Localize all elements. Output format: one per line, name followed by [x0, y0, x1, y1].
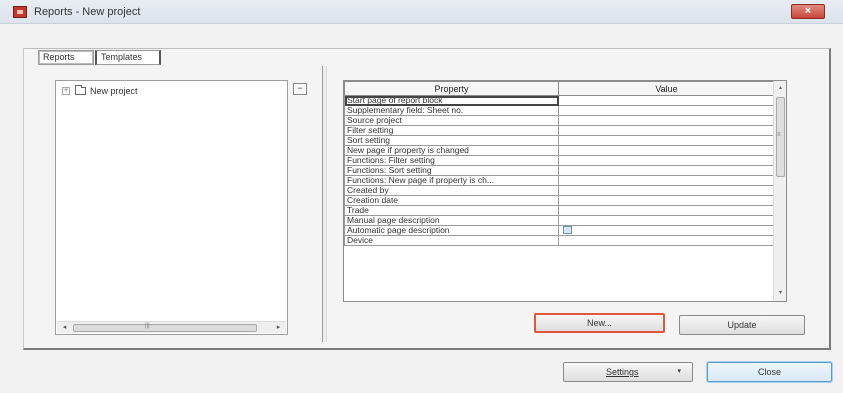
table-row[interactable]: New page if property is changed — [344, 145, 775, 156]
property-cell[interactable]: Functions: Sort setting — [344, 165, 559, 176]
expand-icon[interactable]: + — [62, 87, 70, 95]
value-cell[interactable] — [558, 175, 775, 186]
table-row[interactable]: Manual page description — [344, 215, 775, 226]
value-cell[interactable] — [558, 195, 775, 206]
table-row[interactable]: Trade — [344, 205, 775, 216]
column-header-property[interactable]: Property — [344, 81, 559, 96]
value-cell[interactable] — [558, 145, 775, 156]
property-cell[interactable]: Start page of report block — [344, 95, 559, 106]
property-cell[interactable]: Supplementary field: Sheet no. — [344, 105, 559, 116]
value-cell[interactable] — [558, 125, 775, 136]
folder-icon — [75, 85, 86, 95]
scroll-up-icon[interactable]: ▴ — [776, 84, 785, 93]
scroll-thumb[interactable] — [73, 324, 257, 332]
table-row[interactable]: Functions: Sort setting — [344, 165, 775, 176]
property-cell[interactable]: Automatic page description — [344, 225, 559, 236]
table-row[interactable]: Automatic page description — [344, 225, 775, 236]
property-cell[interactable]: Sort setting — [344, 135, 559, 146]
scroll-left-icon[interactable]: ◂ — [59, 323, 70, 333]
close-button[interactable]: Close — [707, 362, 832, 382]
new-button[interactable]: New... — [534, 313, 665, 333]
title-bar: Reports - New project × — [0, 0, 843, 24]
value-cell[interactable] — [558, 225, 775, 236]
property-cell[interactable]: Trade — [344, 205, 559, 216]
settings-label: Settings — [606, 367, 639, 377]
value-cell[interactable] — [558, 235, 775, 246]
property-cell[interactable]: Manual page description — [344, 215, 559, 226]
value-cell[interactable] — [558, 155, 775, 166]
chevron-down-icon[interactable]: ▾ — [677, 363, 681, 381]
checkbox[interactable] — [563, 226, 572, 234]
value-cell[interactable] — [558, 215, 775, 226]
scroll-down-icon[interactable]: ▾ — [776, 289, 785, 298]
value-cell[interactable] — [558, 115, 775, 126]
value-cell[interactable] — [558, 105, 775, 116]
scroll-grip-icon: ||| — [145, 323, 150, 329]
tree-horizontal-scrollbar[interactable]: ◂ ||| ▸ — [57, 321, 286, 333]
column-header-value[interactable]: Value — [558, 81, 775, 96]
table-row[interactable]: Functions: New page if property is ch... — [344, 175, 775, 186]
table-row[interactable]: Start page of report block — [344, 95, 775, 106]
update-button[interactable]: Update — [679, 315, 805, 335]
tab-reports[interactable]: Reports — [38, 50, 94, 65]
settings-button[interactable]: Settings ▾ — [563, 362, 693, 382]
property-cell[interactable]: New page if property is changed — [344, 145, 559, 156]
project-tree[interactable]: + New project ◂ ||| ▸ — [55, 80, 288, 335]
property-cell[interactable]: Functions: New page if property is ch... — [344, 175, 559, 186]
value-cell[interactable] — [558, 135, 775, 146]
property-cell[interactable]: Source project — [344, 115, 559, 126]
property-cell[interactable]: Creation date — [344, 195, 559, 206]
scroll-grip-icon: ≡ — [777, 132, 781, 138]
property-cell[interactable]: Device — [344, 235, 559, 246]
collapse-tree-button[interactable]: − — [293, 83, 307, 95]
table-row[interactable]: Creation date — [344, 195, 775, 206]
scroll-right-icon[interactable]: ▸ — [273, 323, 284, 333]
table-row[interactable]: Device — [344, 235, 775, 246]
window-title: Reports - New project — [34, 6, 141, 18]
window-close-button[interactable]: × — [791, 4, 825, 19]
grid-vertical-scrollbar[interactable]: ▴ ≡ ▾ — [773, 81, 786, 301]
value-cell[interactable] — [558, 165, 775, 176]
property-cell[interactable]: Created by — [344, 185, 559, 196]
table-row[interactable]: Filter setting — [344, 125, 775, 136]
table-row[interactable]: Supplementary field: Sheet no. — [344, 105, 775, 116]
app-icon — [13, 6, 27, 18]
value-cell[interactable] — [558, 95, 775, 106]
tab-templates[interactable]: Templates — [95, 50, 161, 65]
tree-item-label: New project — [90, 86, 138, 96]
pane-splitter[interactable] — [322, 66, 327, 342]
table-row[interactable]: Functions: Filter setting — [344, 155, 775, 166]
property-cell[interactable]: Filter setting — [344, 125, 559, 136]
tree-item-new-project[interactable]: + New project — [62, 85, 138, 97]
value-cell[interactable] — [558, 205, 775, 216]
property-grid[interactable]: Property Value Start page of report bloc… — [343, 80, 787, 302]
table-row[interactable]: Source project — [344, 115, 775, 126]
table-row[interactable]: Created by — [344, 185, 775, 196]
table-row[interactable]: Sort setting — [344, 135, 775, 146]
value-cell[interactable] — [558, 185, 775, 196]
property-cell[interactable]: Functions: Filter setting — [344, 155, 559, 166]
